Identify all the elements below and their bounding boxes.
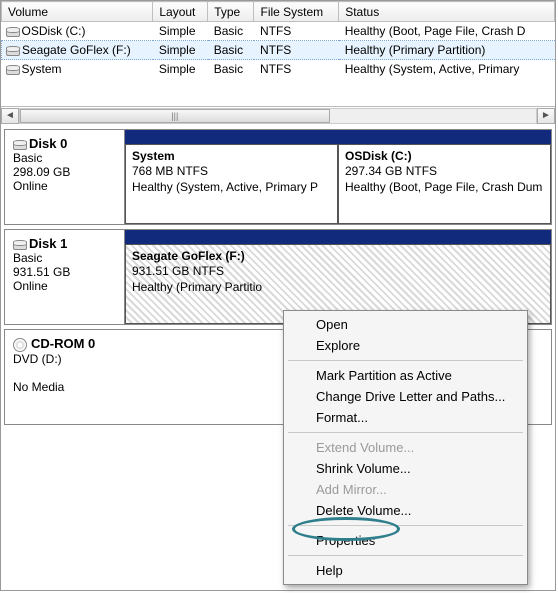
disk-type: Basic [13, 151, 42, 165]
disk-row: Disk 0 Basic 298.09 GB Online System 768… [4, 129, 552, 225]
volume-fs: NTFS [254, 22, 339, 41]
partition-size: 768 MB NTFS [132, 163, 331, 179]
disk-type: DVD (D:) [13, 352, 62, 366]
menu-add-mirror: Add Mirror... [286, 479, 525, 500]
volume-row[interactable]: System Simple Basic NTFS Healthy (System… [2, 60, 555, 79]
partition[interactable]: OSDisk (C:) 297.34 GB NTFS Healthy (Boot… [338, 144, 551, 224]
volume-icon [6, 65, 18, 75]
col-filesystem[interactable]: File System [254, 2, 339, 22]
disk-name: CD-ROM 0 [31, 336, 95, 351]
col-type[interactable]: Type [208, 2, 254, 22]
partition-title: OSDisk (C:) [345, 149, 412, 163]
menu-extend-volume: Extend Volume... [286, 437, 525, 458]
menu-delete-volume[interactable]: Delete Volume... [286, 500, 525, 521]
disk-state: No Media [13, 380, 64, 394]
scroll-track[interactable]: ||| [19, 108, 537, 124]
volume-icon [6, 46, 18, 56]
menu-help[interactable]: Help [286, 560, 525, 581]
disk-name: Disk 0 [29, 136, 67, 151]
scroll-left-button[interactable]: ◄ [1, 108, 19, 124]
menu-separator [288, 525, 523, 526]
menu-format[interactable]: Format... [286, 407, 525, 428]
col-volume[interactable]: Volume [2, 2, 153, 22]
menu-separator [288, 432, 523, 433]
horizontal-scrollbar[interactable]: ◄ ||| ► [1, 106, 555, 124]
menu-shrink-volume[interactable]: Shrink Volume... [286, 458, 525, 479]
volume-layout: Simple [153, 60, 208, 79]
menu-mark-active[interactable]: Mark Partition as Active [286, 365, 525, 386]
col-status[interactable]: Status [339, 2, 555, 22]
volume-row[interactable]: OSDisk (C:) Simple Basic NTFS Healthy (B… [2, 22, 555, 41]
disk-label[interactable]: CD-ROM 0 DVD (D:) No Media [5, 330, 125, 424]
menu-explore[interactable]: Explore [286, 335, 525, 356]
volume-type: Basic [208, 41, 254, 60]
volume-icon [6, 27, 18, 37]
partition-context-menu: Open Explore Mark Partition as Active Ch… [283, 310, 528, 585]
disk-state: Online [13, 179, 48, 193]
volume-fs: NTFS [254, 60, 339, 79]
disk-header-stripe [125, 130, 551, 144]
disk-label[interactable]: Disk 1 Basic 931.51 GB Online [5, 230, 125, 324]
partition-status: Healthy (System, Active, Primary P [132, 179, 331, 195]
volume-status: Healthy (Boot, Page File, Crash D [339, 22, 555, 41]
col-layout[interactable]: Layout [153, 2, 208, 22]
volume-type: Basic [208, 22, 254, 41]
volume-status: Healthy (System, Active, Primary [339, 60, 555, 79]
menu-separator [288, 360, 523, 361]
disk-name: Disk 1 [29, 236, 67, 251]
scroll-right-button[interactable]: ► [537, 108, 555, 124]
disk-state: Online [13, 279, 48, 293]
disk-type: Basic [13, 251, 42, 265]
volume-row[interactable]: Seagate GoFlex (F:) Simple Basic NTFS He… [2, 41, 555, 60]
volume-type: Basic [208, 60, 254, 79]
disk-icon [13, 240, 25, 250]
volume-name: OSDisk (C:) [22, 24, 86, 38]
disk-size: 298.09 GB [13, 165, 70, 179]
partition[interactable]: System 768 MB NTFS Healthy (System, Acti… [125, 144, 338, 224]
volume-status: Healthy (Primary Partition) [339, 41, 555, 60]
partition-title: Seagate GoFlex (F:) [132, 249, 245, 263]
partition-size: 931.51 GB NTFS [132, 263, 544, 279]
volume-name: System [22, 62, 62, 76]
disk-icon [13, 140, 25, 150]
partition-title: System [132, 149, 175, 163]
volume-layout: Simple [153, 41, 208, 60]
disk-header-stripe [125, 230, 551, 244]
volume-layout: Simple [153, 22, 208, 41]
menu-change-drive-letter[interactable]: Change Drive Letter and Paths... [286, 386, 525, 407]
menu-properties[interactable]: Properties [286, 530, 525, 551]
partition-size: 297.34 GB NTFS [345, 163, 544, 179]
scroll-thumb[interactable]: ||| [20, 109, 330, 123]
volume-list[interactable]: Volume Layout Type File System Status OS… [1, 1, 555, 106]
partition-status: Healthy (Boot, Page File, Crash Dum [345, 179, 544, 195]
volume-fs: NTFS [254, 41, 339, 60]
disk-label[interactable]: Disk 0 Basic 298.09 GB Online [5, 130, 125, 224]
partition-status: Healthy (Primary Partitio [132, 279, 544, 295]
menu-open[interactable]: Open [286, 314, 525, 335]
menu-separator [288, 555, 523, 556]
volume-name: Seagate GoFlex (F:) [22, 43, 131, 57]
disk-size: 931.51 GB [13, 265, 70, 279]
cdrom-icon [13, 338, 27, 352]
